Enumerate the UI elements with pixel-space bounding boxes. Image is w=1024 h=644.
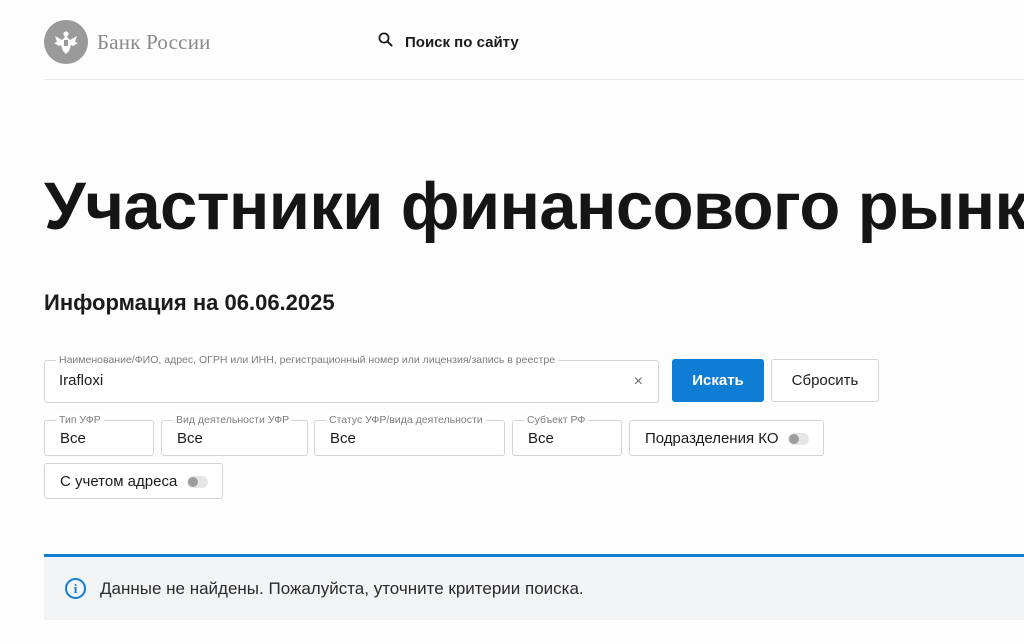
bank-logo[interactable]: Банк России [44,20,211,64]
filter-label: Статус УФР/вида деятельности [326,413,486,427]
filter-label: Тип УФР [56,413,104,427]
filter-value: Все [330,430,356,447]
filter-label: Субъект РФ [524,413,589,427]
bank-name: Банк России [97,29,211,54]
filter-value: Все [528,430,554,447]
site-search-link[interactable]: Поиск по сайту [378,32,519,52]
reset-button[interactable]: Сбросить [771,359,879,402]
info-icon: i [65,578,86,599]
toggle-label: С учетом адреса [60,472,178,490]
search-input[interactable] [59,372,619,389]
filter-region[interactable]: Субъект РФ Все [512,413,622,456]
toggle-knob [789,434,799,444]
search-field-label: Наименование/ФИО, адрес, ОГРН или ИНН, р… [56,353,559,367]
main-search-field[interactable]: Наименование/ФИО, адрес, ОГРН или ИНН, р… [44,353,659,403]
filter-value: Все [60,430,86,447]
clear-icon[interactable]: × [634,373,643,391]
search-button[interactable]: Искать [672,359,764,402]
filter-status[interactable]: Статус УФР/вида деятельности Все [314,413,505,456]
toggle-knob [188,477,198,487]
toggle-label: Подразделения КО [645,429,779,447]
filter-label: Вид деятельности УФР [173,413,293,427]
toggle-ko-divisions[interactable]: Подразделения КО [629,420,824,456]
notice-text: Данные не найдены. Пожалуйста, уточните … [100,578,584,598]
search-icon [378,32,393,52]
site-search-label: Поиск по сайту [405,33,519,51]
eagle-emblem-icon [44,20,88,64]
filter-value: Все [177,430,203,447]
filter-activity-kind[interactable]: Вид деятельности УФР Все [161,413,308,456]
site-header: Банк России Поиск по сайту [44,0,1024,80]
filter-ufr-type[interactable]: Тип УФР Все [44,413,154,456]
no-results-notice: i Данные не найдены. Пожалуйста, уточнит… [44,554,1024,620]
toggle-with-address[interactable]: С учетом адреса [44,463,223,499]
toggle-switch[interactable] [187,476,208,488]
info-date-heading: Информация на 06.06.2025 [44,290,335,315]
page-title: Участники финансового рынка [44,169,1024,244]
toggle-switch[interactable] [788,433,809,445]
